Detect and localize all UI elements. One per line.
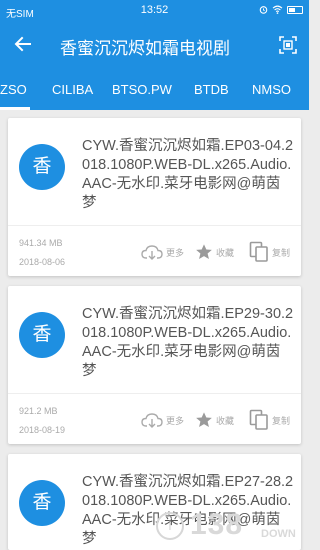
tab-zso[interactable]: ZSO — [0, 82, 27, 97]
copy-button[interactable]: 复制 — [249, 409, 291, 430]
copy-icon — [249, 409, 268, 430]
copy-label: 复制 — [272, 415, 291, 426]
more-button[interactable]: 更多 — [141, 410, 184, 430]
favorite-label: 收藏 — [216, 415, 235, 426]
watermark-subtext: DOWN — [261, 528, 296, 540]
app-bar: 香蜜沉沉烬如霜电视剧 — [0, 22, 309, 68]
result-title[interactable]: CYW.香蜜沉沉烬如霜.EP29-30.2018.1080P.WEB-DL.x2… — [82, 305, 294, 381]
tab-btso-pw[interactable]: BTSO.PW — [112, 82, 172, 97]
cloud-download-icon — [141, 245, 163, 260]
source-tabs: ZSO CILIBA BTSO.PW BTDB NMSO — [0, 68, 309, 110]
star-icon — [196, 244, 212, 260]
avatar: 香 — [19, 144, 65, 190]
select-frame-icon[interactable] — [277, 34, 299, 56]
result-card[interactable]: 香 CYW.香蜜沉沉烬如霜.EP03-04.2018.1080P.WEB-DL.… — [8, 118, 301, 276]
watermark-logo: i — [156, 512, 184, 540]
star-icon — [196, 412, 212, 428]
alarm-icon — [259, 6, 268, 14]
favorite-label: 收藏 — [216, 247, 235, 258]
copy-button[interactable]: 复制 — [249, 241, 291, 262]
result-card[interactable]: 香 CYW.香蜜沉沉烬如霜.EP27-28.2018.1080P.WEB-DL.… — [8, 454, 301, 550]
more-button[interactable]: 更多 — [141, 242, 184, 262]
file-size: 941.34 MB — [19, 238, 63, 248]
result-card[interactable]: 香 CYW.香蜜沉沉烬如霜.EP29-30.2018.1080P.WEB-DL.… — [8, 286, 301, 444]
file-date: 2018-08-06 — [19, 257, 66, 267]
file-date: 2018-08-19 — [19, 425, 66, 435]
battery-icon — [287, 5, 303, 14]
active-tab-indicator — [0, 107, 30, 110]
tab-nmso[interactable]: NMSO — [252, 82, 291, 97]
favorite-button[interactable]: 收藏 — [195, 410, 234, 430]
watermark-text: 138 — [190, 508, 244, 541]
divider — [8, 225, 301, 226]
wifi-icon — [272, 5, 283, 14]
avatar: 香 — [19, 480, 65, 526]
status-icons — [259, 5, 303, 14]
divider — [8, 393, 301, 394]
file-size: 921.2 MB — [19, 406, 58, 416]
back-arrow-icon[interactable] — [12, 33, 34, 55]
page-title: 香蜜沉沉烬如霜电视剧 — [60, 39, 230, 58]
tab-btdb[interactable]: BTDB — [194, 82, 229, 97]
favorite-button[interactable]: 收藏 — [195, 242, 234, 262]
cloud-download-icon — [141, 413, 163, 428]
status-bar: 无SIM 13:52 — [0, 0, 309, 22]
result-title[interactable]: CYW.香蜜沉沉烬如霜.EP03-04.2018.1080P.WEB-DL.x2… — [82, 137, 294, 213]
more-label: 更多 — [166, 415, 185, 426]
tab-ciliba[interactable]: CILIBA — [52, 82, 93, 97]
copy-label: 复制 — [272, 247, 291, 258]
more-label: 更多 — [166, 247, 185, 258]
avatar: 香 — [19, 312, 65, 358]
copy-icon — [249, 241, 268, 262]
